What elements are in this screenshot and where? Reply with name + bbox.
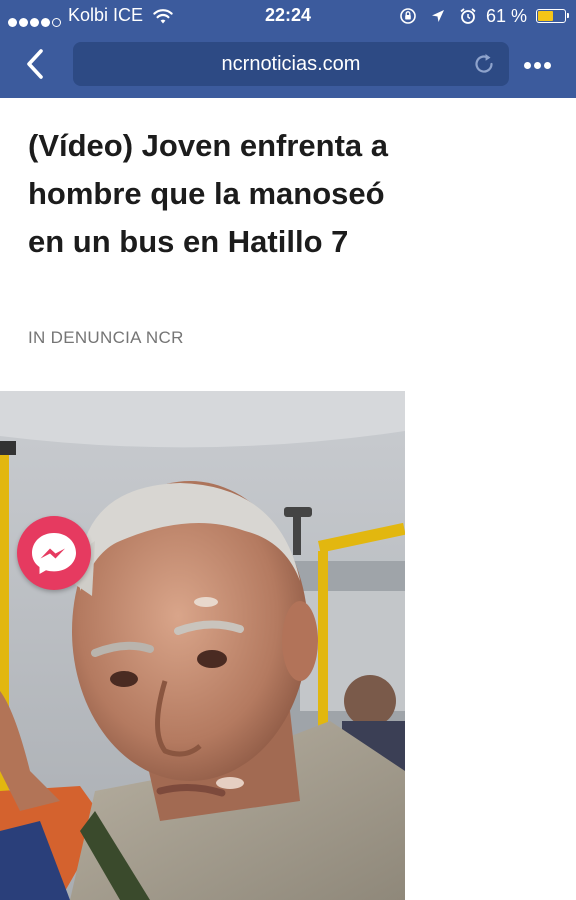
status-icons: 61 % [399, 5, 569, 27]
more-options-button[interactable] [524, 56, 560, 74]
browser-chrome: Kolbi ICE 22:24 61 % ncrnoticias.com [0, 0, 576, 98]
article-video[interactable] [0, 391, 405, 900]
battery-icon [536, 9, 569, 24]
category-prefix: IN [28, 328, 46, 347]
browser-nav-bar: ncrnoticias.com [0, 32, 576, 98]
location-arrow-icon [431, 10, 444, 23]
alarm-clock-icon [460, 8, 476, 25]
orientation-lock-icon [400, 8, 416, 25]
category-link[interactable]: DENUNCIA NCR [51, 328, 184, 347]
address-bar[interactable]: ncrnoticias.com [73, 42, 509, 86]
article-title: (Vídeo) Joven enfrenta a hombre que la m… [28, 128, 389, 259]
chevron-left-icon [27, 49, 43, 79]
more-dots-icon [524, 62, 531, 69]
reload-icon[interactable] [471, 51, 497, 77]
back-button[interactable] [18, 46, 54, 82]
status-bar: Kolbi ICE 22:24 61 % [0, 0, 576, 32]
battery-percent: 61 % [485, 5, 527, 26]
article-category: IN DENUNCIA NCR [28, 328, 184, 348]
battery-fill [538, 11, 553, 22]
messenger-icon [32, 533, 76, 574]
messenger-share-button[interactable] [17, 516, 91, 590]
url-text: ncrnoticias.com [221, 53, 361, 75]
video-still-image [0, 391, 405, 900]
